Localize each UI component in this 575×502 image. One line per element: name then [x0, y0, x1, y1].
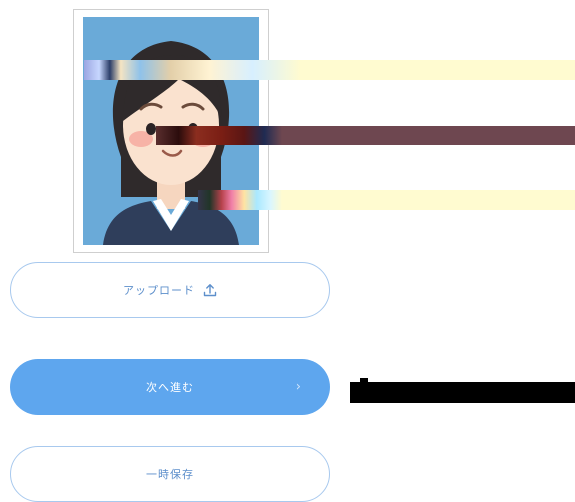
next-button-label: 次へ進む: [146, 381, 194, 394]
next-button[interactable]: 次へ進む ›: [10, 359, 330, 415]
glitch-block: [198, 190, 282, 210]
glitch-block: [156, 126, 282, 145]
upload-button-label: アップロード: [123, 284, 195, 297]
upload-button[interactable]: アップロード: [10, 262, 330, 318]
upload-screen: アップロード 次へ進む › 一時保存: [0, 0, 575, 502]
chevron-right-icon: ›: [295, 379, 302, 395]
glitch-block: [84, 60, 300, 80]
glitch-block: [360, 378, 368, 383]
glitch-block: [350, 382, 575, 403]
upload-icon: [203, 283, 217, 297]
save-draft-button[interactable]: 一時保存: [10, 446, 330, 502]
save-draft-button-label: 一時保存: [146, 468, 194, 481]
